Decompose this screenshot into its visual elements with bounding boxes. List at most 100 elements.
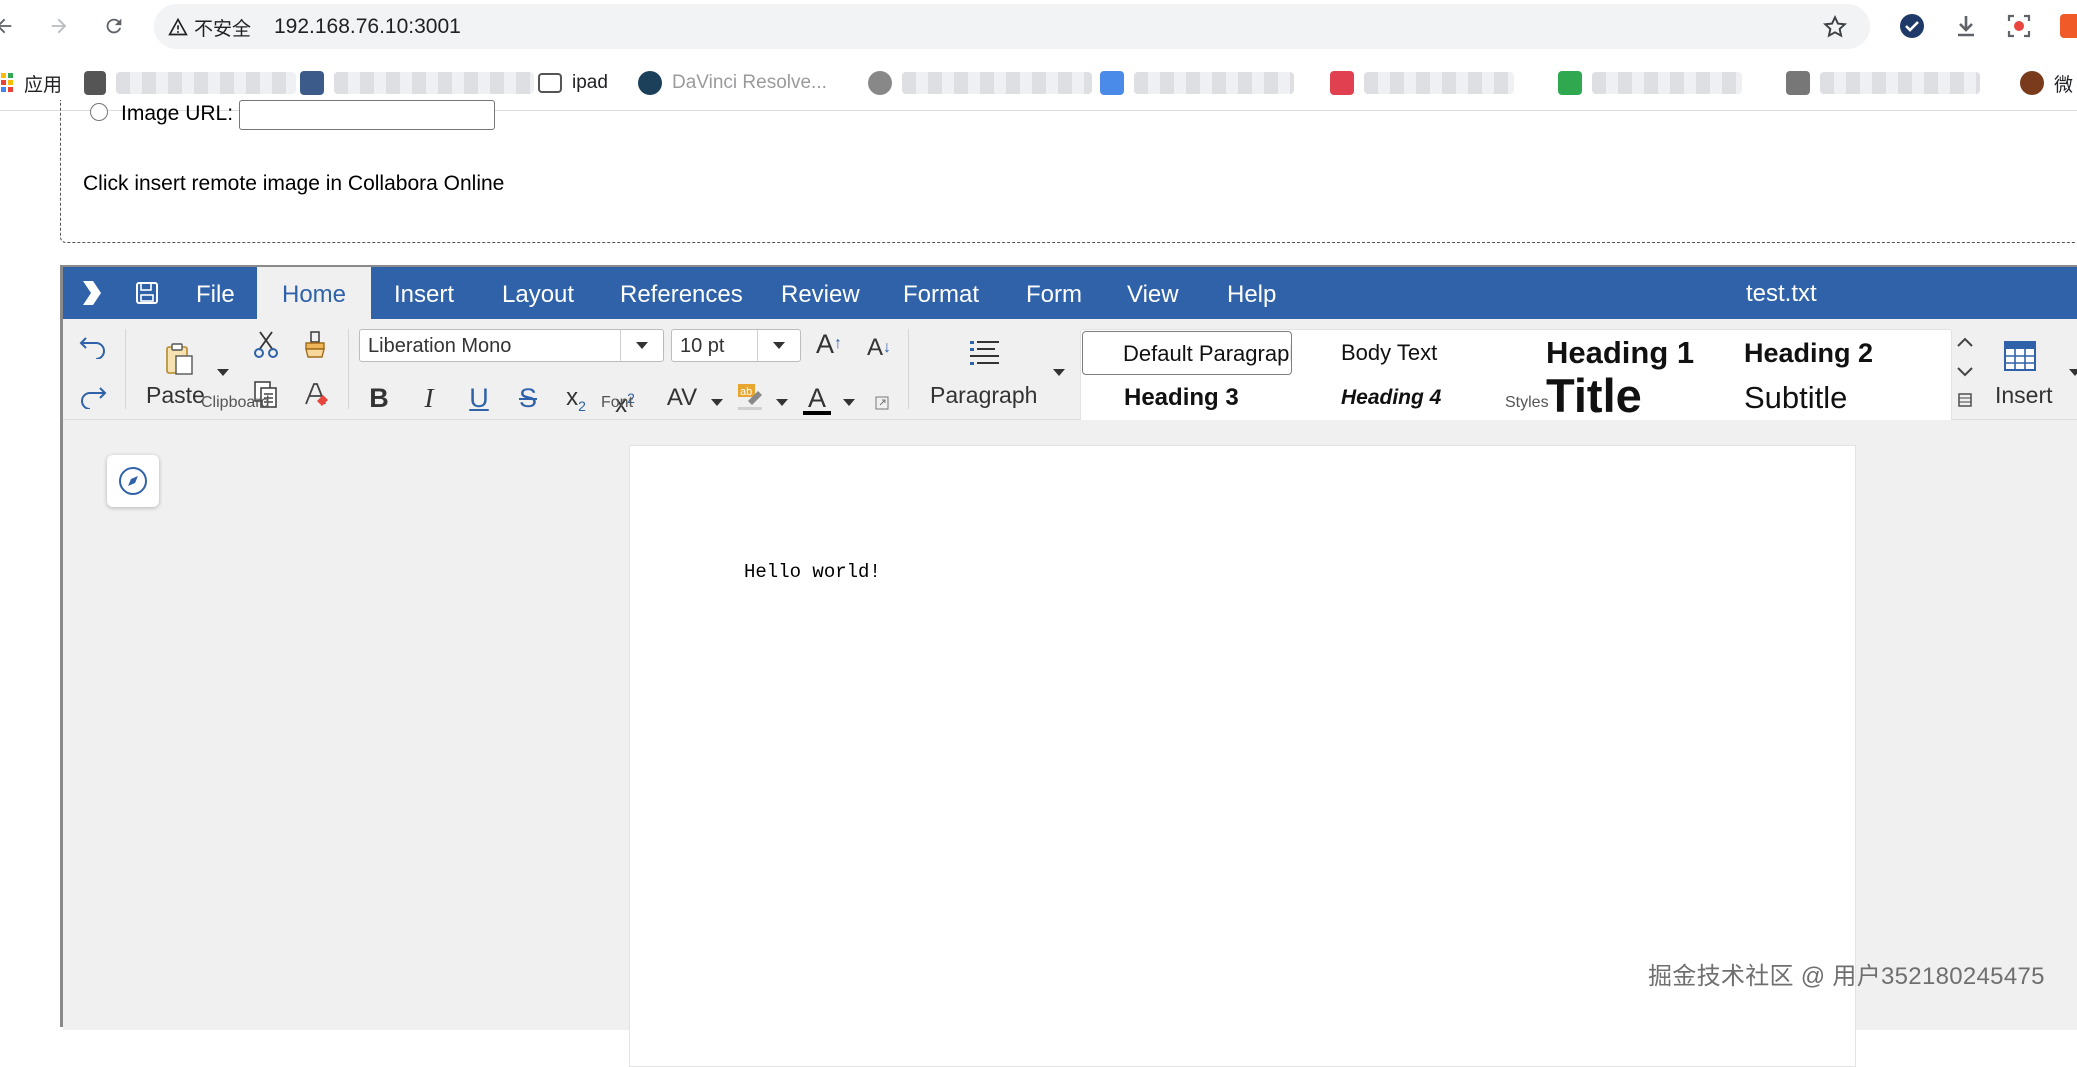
navigator-button[interactable] xyxy=(107,455,159,507)
character-spacing-button[interactable]: AV xyxy=(660,383,704,413)
styles-scroll-up-icon[interactable] xyxy=(1955,334,1975,350)
security-chip[interactable]: 不安全 xyxy=(168,14,251,40)
style-default-paragraph[interactable]: Default Paragraph Style xyxy=(1082,331,1292,375)
image-url-input[interactable] xyxy=(239,100,495,130)
address-bar[interactable]: 不安全 192.168.76.10:3001 xyxy=(154,4,1870,49)
bookmark-item-ipad[interactable]: ipad xyxy=(538,69,608,97)
tab-layout[interactable]: Layout xyxy=(502,267,574,319)
bookmark-favicon-icon xyxy=(300,71,324,95)
insert-table-icon[interactable] xyxy=(2003,339,2037,373)
blurred-bookmark xyxy=(1820,72,1980,94)
font-size-combo[interactable]: 10 pt xyxy=(671,329,801,362)
forward-icon[interactable] xyxy=(43,10,75,42)
url-text[interactable]: 192.168.76.10:3001 xyxy=(274,14,461,40)
tab-home[interactable]: Home xyxy=(257,267,372,319)
tab-format[interactable]: Format xyxy=(903,267,979,319)
paragraph-dropdown-icon[interactable] xyxy=(1053,369,1065,376)
blurred-bookmark xyxy=(1364,72,1514,94)
bookmark-item[interactable] xyxy=(1330,69,1514,97)
spacing-dropdown-icon[interactable] xyxy=(711,399,723,406)
paragraph-icon[interactable] xyxy=(968,337,1002,371)
style-subtitle[interactable]: Subtitle xyxy=(1744,376,1924,420)
shrink-font-button[interactable]: A↓ xyxy=(863,333,895,363)
insert-dropdown-icon[interactable] xyxy=(2069,369,2077,376)
undo-icon[interactable] xyxy=(78,329,108,360)
paste-button[interactable]: Paste xyxy=(146,382,205,409)
paste-icon[interactable] xyxy=(161,341,197,377)
style-heading-2[interactable]: Heading 2 xyxy=(1744,331,1924,375)
download-icon[interactable] xyxy=(1952,12,1980,40)
extension-icon[interactable] xyxy=(2058,12,2077,40)
bookmark-item-last[interactable]: 微 xyxy=(2020,69,2073,97)
styles-expand-icon[interactable] xyxy=(1958,393,1972,407)
blurred-bookmark xyxy=(1134,72,1294,94)
menubar: File Home Insert Layout References Revie… xyxy=(63,267,2077,319)
grow-font-button[interactable]: A↑ xyxy=(813,329,845,359)
subscript-button[interactable]: x2 xyxy=(560,383,592,421)
bookmark-star-icon[interactable] xyxy=(1822,14,1848,40)
font-dialog-launcher-icon[interactable] xyxy=(875,396,889,410)
watermark: 掘金技术社区 @ 用户352180245475 xyxy=(1648,963,2045,990)
highlight-icon[interactable]: ab xyxy=(735,381,765,411)
tab-references[interactable]: References xyxy=(620,267,743,319)
separator xyxy=(908,329,909,409)
style-title[interactable]: Title xyxy=(1546,371,1706,421)
font-color-dropdown-icon[interactable] xyxy=(843,399,855,406)
menu-file[interactable]: File xyxy=(196,267,235,319)
reload-icon[interactable] xyxy=(98,10,130,42)
bookmark-item[interactable] xyxy=(300,69,534,97)
style-heading-1[interactable]: Heading 1 xyxy=(1546,330,1694,376)
bold-button[interactable]: B xyxy=(363,383,395,413)
save-icon[interactable] xyxy=(135,281,159,305)
style-body-text[interactable]: Body Text xyxy=(1341,331,1501,375)
bookmark-favicon-icon xyxy=(1330,71,1354,95)
blurred-bookmark xyxy=(116,72,296,94)
paragraph-button[interactable]: Paragraph xyxy=(930,382,1037,409)
bookmark-item[interactable] xyxy=(868,69,1092,97)
bookmark-item[interactable] xyxy=(84,69,296,97)
shrink-font-icon: A xyxy=(866,334,883,361)
clone-formatting-icon[interactable] xyxy=(300,329,330,359)
bookmark-favicon-icon xyxy=(84,71,106,95)
extension-check-icon[interactable] xyxy=(1898,12,1926,40)
collabora-frame: File Home Insert Layout References Revie… xyxy=(60,265,2077,1067)
bookmark-item[interactable] xyxy=(1100,69,1294,97)
document-text[interactable]: Hello world! xyxy=(744,561,881,583)
tab-help[interactable]: Help xyxy=(1227,267,1276,319)
tab-view[interactable]: View xyxy=(1127,267,1179,319)
bookmark-item[interactable] xyxy=(1558,69,1742,97)
browser-toolbar: 不安全 192.168.76.10:3001 xyxy=(0,0,2077,52)
insert-button[interactable]: Insert xyxy=(1995,382,2053,409)
style-heading-3[interactable]: Heading 3 xyxy=(1124,376,1304,420)
font-name-combo[interactable]: Liberation Mono xyxy=(359,329,664,362)
bookmark-label: ipad xyxy=(572,72,608,93)
font-group-label: Font xyxy=(601,394,634,411)
styles-scroll-down-icon[interactable] xyxy=(1955,364,1975,380)
font-size-dropdown-icon[interactable] xyxy=(757,330,800,361)
cut-icon[interactable] xyxy=(251,329,281,359)
paste-dropdown-icon[interactable] xyxy=(217,369,229,376)
clear-formatting-icon[interactable] xyxy=(300,379,330,409)
italic-button[interactable]: I xyxy=(413,383,445,413)
font-color-button[interactable]: A xyxy=(801,383,833,415)
blurred-bookmark xyxy=(334,72,534,94)
underline-button[interactable]: U xyxy=(463,383,495,413)
bookmark-apps[interactable]: 应用 xyxy=(0,69,62,97)
highlight-dropdown-icon[interactable] xyxy=(776,399,788,406)
font-name-dropdown-icon[interactable] xyxy=(620,330,663,361)
strikethrough-button[interactable]: S xyxy=(512,383,544,413)
back-icon[interactable] xyxy=(0,10,20,42)
bookmark-favicon-icon xyxy=(538,73,562,93)
redo-icon[interactable] xyxy=(78,379,108,410)
separator xyxy=(125,329,126,409)
image-url-radio[interactable] xyxy=(90,103,108,121)
bookmark-item[interactable] xyxy=(1786,69,1980,97)
tab-review[interactable]: Review xyxy=(781,267,860,319)
document-name[interactable]: test.txt xyxy=(1746,267,1817,319)
bookmark-favicon-icon xyxy=(1558,71,1582,95)
tab-form[interactable]: Form xyxy=(1026,267,1082,319)
bookmark-item-davinci[interactable]: DaVinci Resolve... xyxy=(638,69,827,97)
style-heading-4[interactable]: Heading 4 xyxy=(1341,376,1521,420)
screen-capture-icon[interactable] xyxy=(2005,12,2033,40)
tab-insert[interactable]: Insert xyxy=(394,267,454,319)
